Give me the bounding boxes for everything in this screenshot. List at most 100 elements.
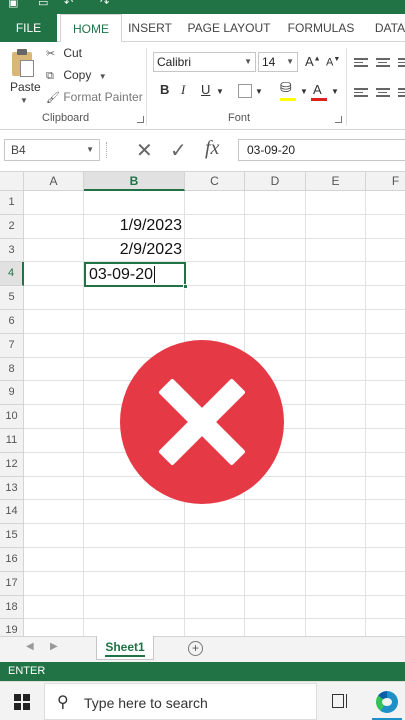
chevron-down-icon[interactable]: ▼ (216, 87, 224, 96)
column-header-b[interactable]: B (84, 172, 185, 191)
sheet-tab-sheet1[interactable]: Sheet1 (96, 636, 154, 660)
clipboard-launcher-icon[interactable] (137, 116, 144, 123)
row-header-19[interactable]: 19 (0, 619, 24, 636)
row-header-18[interactable]: 18 (0, 595, 24, 620)
align-top-icon[interactable] (354, 58, 368, 70)
row-header-6[interactable]: 6 (0, 310, 24, 334)
underline-button[interactable]: U (201, 82, 210, 97)
enter-check-icon[interactable]: ✓ (170, 138, 187, 162)
grow-font-button[interactable]: A▲ (305, 54, 321, 69)
clipboard-group-label: Clipboard (42, 112, 90, 124)
row-header-17[interactable]: 17 (0, 571, 24, 596)
gridline-column (365, 191, 366, 636)
ribbon-home: Paste ▼ ✂ Cut ⧉ Copy ▼ 🖌 Format Painter … (0, 42, 405, 130)
cell-b4[interactable]: 03-09-20 (86, 263, 186, 286)
insert-function-icon[interactable]: fx (205, 137, 219, 160)
row-header-14[interactable]: 14 (0, 500, 24, 525)
gridline-row (24, 523, 405, 525)
align-bottom-icon[interactable] (398, 58, 405, 70)
save-icon[interactable]: ▭ (38, 0, 48, 10)
tab-page-layout[interactable]: PAGE LAYOUT (186, 14, 272, 42)
row-header-11[interactable]: 11 (0, 429, 24, 453)
row-header-12[interactable]: 12 (0, 452, 24, 477)
copy-icon: ⧉ (46, 69, 54, 82)
cell-b2[interactable]: 1/9/2023 (84, 214, 185, 237)
chevron-down-icon[interactable]: ▼ (86, 140, 94, 160)
undo-icon[interactable]: ↶ (64, 0, 73, 10)
windows-taskbar: ⚲ Type here to search (0, 681, 405, 720)
row-header-8[interactable]: 8 (0, 357, 24, 382)
row-header-7[interactable]: 7 (0, 333, 24, 358)
text-cursor (154, 266, 156, 284)
copy-label: Copy (63, 68, 92, 82)
row-header-9[interactable]: 9 (0, 381, 24, 406)
tab-insert[interactable]: INSERT (124, 14, 176, 42)
scroll-right-icon[interactable]: ▶ (50, 641, 58, 652)
windows-start-icon[interactable] (14, 694, 30, 710)
select-all-corner[interactable] (0, 172, 24, 191)
gridline-row (24, 618, 405, 620)
column-header-e[interactable]: E (306, 172, 366, 191)
column-header-c[interactable]: C (185, 172, 245, 191)
gridline-row (24, 309, 405, 310)
column-header-d[interactable]: D (245, 172, 306, 191)
scroll-left-icon[interactable]: ◀ (26, 641, 34, 652)
column-header-f[interactable]: F (366, 172, 405, 191)
align-left-icon[interactable] (354, 88, 368, 100)
align-center-icon[interactable] (376, 88, 390, 100)
task-view-icon[interactable] (332, 694, 349, 708)
tab-formulas[interactable]: FORMULAS (284, 14, 358, 42)
column-header-a[interactable]: A (24, 172, 84, 191)
chevron-down-icon[interactable]: ▼ (99, 72, 107, 81)
copy-button[interactable]: ⧉ Copy ▼ (46, 68, 107, 83)
row-header-4[interactable]: 4 (0, 262, 24, 287)
tab-home[interactable]: HOME (60, 14, 122, 43)
borders-icon[interactable] (238, 84, 252, 98)
row-header-13[interactable]: 13 (0, 476, 24, 501)
formula-input[interactable]: 03-09-20 (238, 139, 405, 161)
font-size-select[interactable]: 14 ▼ (258, 52, 298, 72)
row-header-15[interactable]: 15 (0, 524, 24, 548)
taskbar-search[interactable]: ⚲ Type here to search (44, 683, 317, 720)
gridline-row (24, 594, 405, 596)
row-header-2[interactable]: 2 (0, 214, 24, 239)
format-painter-button[interactable]: 🖌 Format Painter (46, 90, 143, 104)
chevron-down-icon[interactable]: ▼ (331, 87, 339, 96)
font-launcher-icon[interactable] (335, 116, 342, 123)
italic-button[interactable]: I (181, 82, 185, 98)
gridline-column (305, 191, 306, 636)
bold-button[interactable]: B (160, 82, 169, 97)
font-family-value: Calibri (157, 55, 192, 69)
font-family-select[interactable]: Calibri ▼ (153, 52, 256, 72)
chevron-down-icon[interactable]: ▼ (255, 87, 263, 96)
name-box-value: B4 (11, 143, 26, 157)
status-mode: ENTER (8, 665, 46, 677)
shrink-font-button[interactable]: A▼ (326, 56, 340, 69)
cut-button[interactable]: ✂ Cut (46, 46, 82, 60)
active-cell-b4[interactable]: 03-09-20 (84, 262, 188, 289)
excel-logo-icon: ▣ (8, 0, 19, 9)
tab-file[interactable]: FILE (0, 14, 57, 42)
grow-font-icon: A (305, 54, 314, 69)
chevron-down-icon[interactable]: ▼ (20, 96, 28, 105)
name-box[interactable]: B4 ▼ (4, 139, 100, 161)
formula-bar-grip[interactable] (106, 142, 108, 158)
align-right-icon[interactable] (398, 88, 405, 100)
add-sheet-icon[interactable]: + (188, 641, 203, 656)
font-color-button[interactable]: A (313, 82, 322, 97)
row-header-3[interactable]: 3 (0, 238, 24, 263)
fill-color-icon[interactable]: ⛁ (280, 80, 292, 96)
align-middle-icon[interactable] (376, 58, 390, 70)
tab-data[interactable]: DATA (370, 14, 405, 42)
row-header-10[interactable]: 10 (0, 405, 24, 429)
row-header-5[interactable]: 5 (0, 286, 24, 310)
chevron-down-icon: ▼ (244, 57, 252, 66)
chevron-down-icon[interactable]: ▼ (300, 87, 308, 96)
cell-b3[interactable]: 2/9/2023 (84, 238, 185, 261)
edge-browser-icon[interactable] (376, 691, 398, 713)
cancel-icon[interactable]: ✕ (136, 138, 153, 162)
row-header-16[interactable]: 16 (0, 548, 24, 572)
fill-handle[interactable] (183, 284, 188, 289)
redo-icon[interactable]: ↷ (100, 0, 109, 10)
row-header-1[interactable]: 1 (0, 191, 24, 215)
